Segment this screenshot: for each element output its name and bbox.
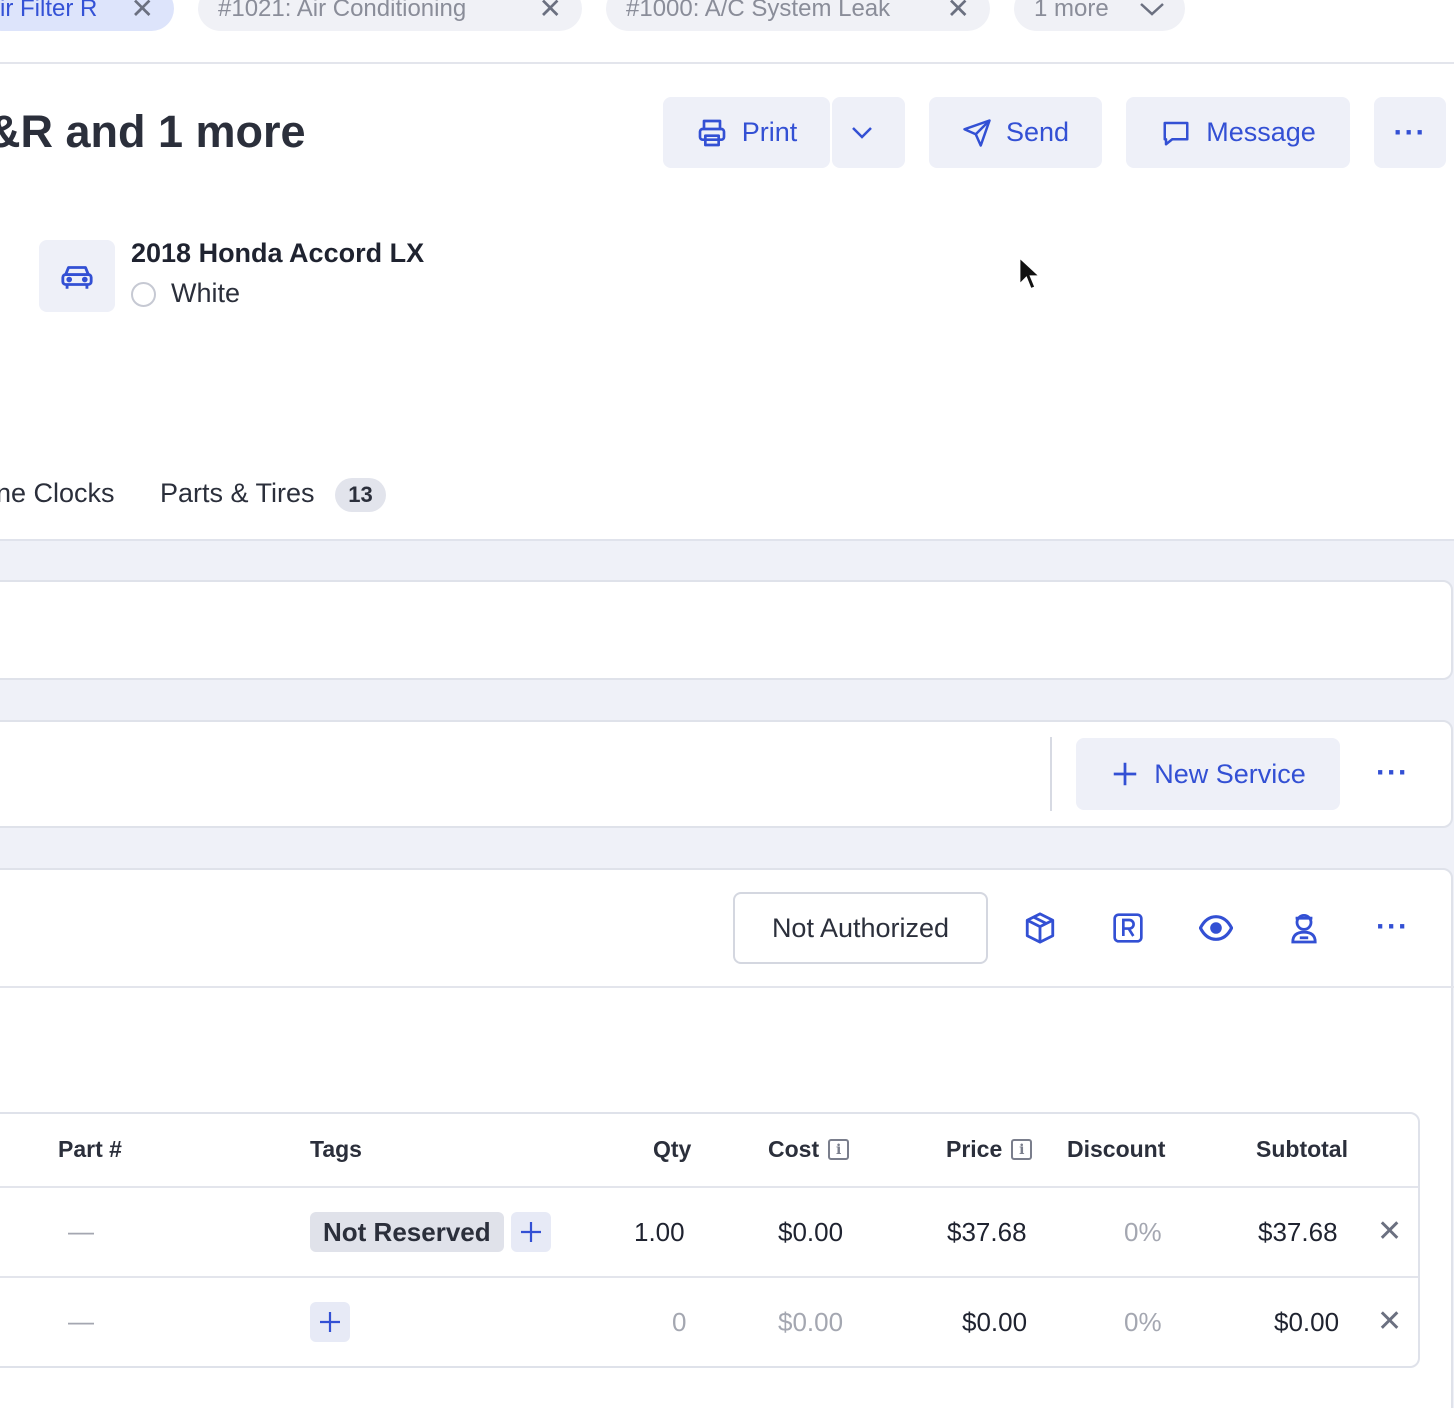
tab-chip-more-label: 1 more	[1034, 0, 1109, 22]
remove-row-icon[interactable]: ✕	[1377, 1214, 1402, 1249]
tag-not-reserved[interactable]: Not Reserved	[310, 1212, 504, 1252]
add-tag-button[interactable]	[511, 1212, 551, 1252]
tab-chip-air-filter[interactable]: ir Filter R ✕	[0, 0, 174, 31]
tab-chip-label: ir Filter R	[0, 0, 98, 22]
tab-chip-label: #1000: A/C System Leak	[626, 0, 891, 22]
plus-icon	[1110, 759, 1154, 789]
printer-icon	[696, 117, 742, 149]
send-label: Send	[1005, 117, 1070, 147]
message-label: Message	[1206, 117, 1316, 147]
close-icon[interactable]: ✕	[131, 0, 154, 25]
divider	[0, 986, 1454, 988]
page-title: &R and 1 more	[0, 106, 306, 157]
cell-discount[interactable]: 0%	[1124, 1217, 1162, 1248]
remove-row-icon[interactable]: ✕	[1377, 1304, 1402, 1339]
print-options-button[interactable]	[832, 97, 905, 168]
new-service-button[interactable]: New Service	[1076, 738, 1340, 810]
plus-icon	[318, 1310, 342, 1334]
close-icon[interactable]: ✕	[947, 0, 970, 25]
column-header-discount[interactable]: Discount	[1067, 1136, 1165, 1163]
more-icon: ···	[1393, 115, 1427, 149]
column-header-part[interactable]: Part #	[58, 1136, 122, 1163]
info-icon[interactable]: i	[1011, 1139, 1033, 1160]
info-icon[interactable]: i	[828, 1139, 850, 1160]
cell-part[interactable]: —	[68, 1216, 94, 1247]
vehicle-color: White	[171, 278, 241, 308]
tab-chip-label: #1021: Air Conditioning	[218, 0, 467, 22]
cell-cost[interactable]: $0.00	[778, 1217, 843, 1248]
mouse-cursor-icon	[1018, 255, 1043, 297]
print-label: Print	[741, 117, 798, 147]
message-icon	[1160, 118, 1206, 148]
close-icon[interactable]: ✕	[539, 0, 562, 25]
technician-icon[interactable]	[1280, 904, 1328, 952]
chevron-down-icon	[851, 126, 887, 140]
table-row-divider	[0, 1276, 1418, 1278]
send-button[interactable]: Send	[929, 97, 1102, 168]
table-header-divider	[0, 1186, 1418, 1188]
tab-time-clocks[interactable]: ne Clocks	[0, 478, 115, 509]
more-icon[interactable]: ···	[1376, 910, 1409, 944]
send-icon	[962, 118, 1006, 148]
authorization-status-button[interactable]: Not Authorized	[733, 892, 988, 964]
car-icon	[39, 240, 115, 312]
print-button[interactable]: Print	[663, 97, 830, 168]
chevron-down-icon	[1139, 1, 1165, 17]
eye-icon[interactable]	[1192, 904, 1240, 952]
cell-price[interactable]: $37.68	[947, 1217, 1027, 1248]
tab-chip-air-conditioning[interactable]: #1021: Air Conditioning ✕	[198, 0, 582, 31]
column-header-cost[interactable]: Cost i	[768, 1136, 850, 1163]
column-header-qty[interactable]: Qty	[653, 1136, 691, 1163]
r-badge-icon[interactable]	[1104, 904, 1152, 952]
cell-subtotal: $0.00	[1274, 1307, 1340, 1337]
cell-subtotal: $37.68	[1258, 1217, 1338, 1247]
tab-chip-more[interactable]: 1 more	[1014, 0, 1185, 31]
more-icon[interactable]: ···	[1376, 756, 1409, 790]
cell-price[interactable]: $0.00	[962, 1307, 1027, 1338]
parts-count-badge: 13	[335, 478, 386, 512]
message-button[interactable]: Message	[1126, 97, 1350, 168]
package-icon[interactable]	[1016, 904, 1064, 952]
more-actions-button[interactable]: ···	[1374, 97, 1446, 168]
column-header-subtotal[interactable]: Subtotal	[1256, 1136, 1348, 1163]
cell-part[interactable]: —	[68, 1306, 94, 1337]
cell-qty[interactable]: 1.00	[634, 1217, 685, 1248]
new-service-label: New Service	[1154, 758, 1306, 789]
cell-qty[interactable]: 0	[672, 1307, 686, 1338]
column-header-price[interactable]: Price i	[946, 1136, 1033, 1163]
vehicle-name[interactable]: 2018 Honda Accord LX	[131, 238, 424, 269]
plus-icon	[519, 1220, 543, 1244]
empty-card	[0, 580, 1453, 680]
column-header-cost-label: Cost	[768, 1136, 820, 1162]
column-header-tags[interactable]: Tags	[310, 1136, 362, 1163]
cell-discount[interactable]: 0%	[1124, 1307, 1162, 1338]
add-tag-button[interactable]	[310, 1302, 350, 1342]
cell-cost[interactable]: $0.00	[778, 1307, 843, 1338]
divider	[1050, 737, 1052, 811]
parts-table	[0, 1112, 1420, 1368]
tab-chip-ac-system-leak[interactable]: #1000: A/C System Leak ✕	[606, 0, 990, 31]
vehicle-color-swatch	[131, 282, 156, 307]
column-header-price-label: Price	[946, 1136, 1003, 1162]
divider	[0, 62, 1454, 64]
tab-parts-tires[interactable]: Parts & Tires	[160, 478, 315, 509]
